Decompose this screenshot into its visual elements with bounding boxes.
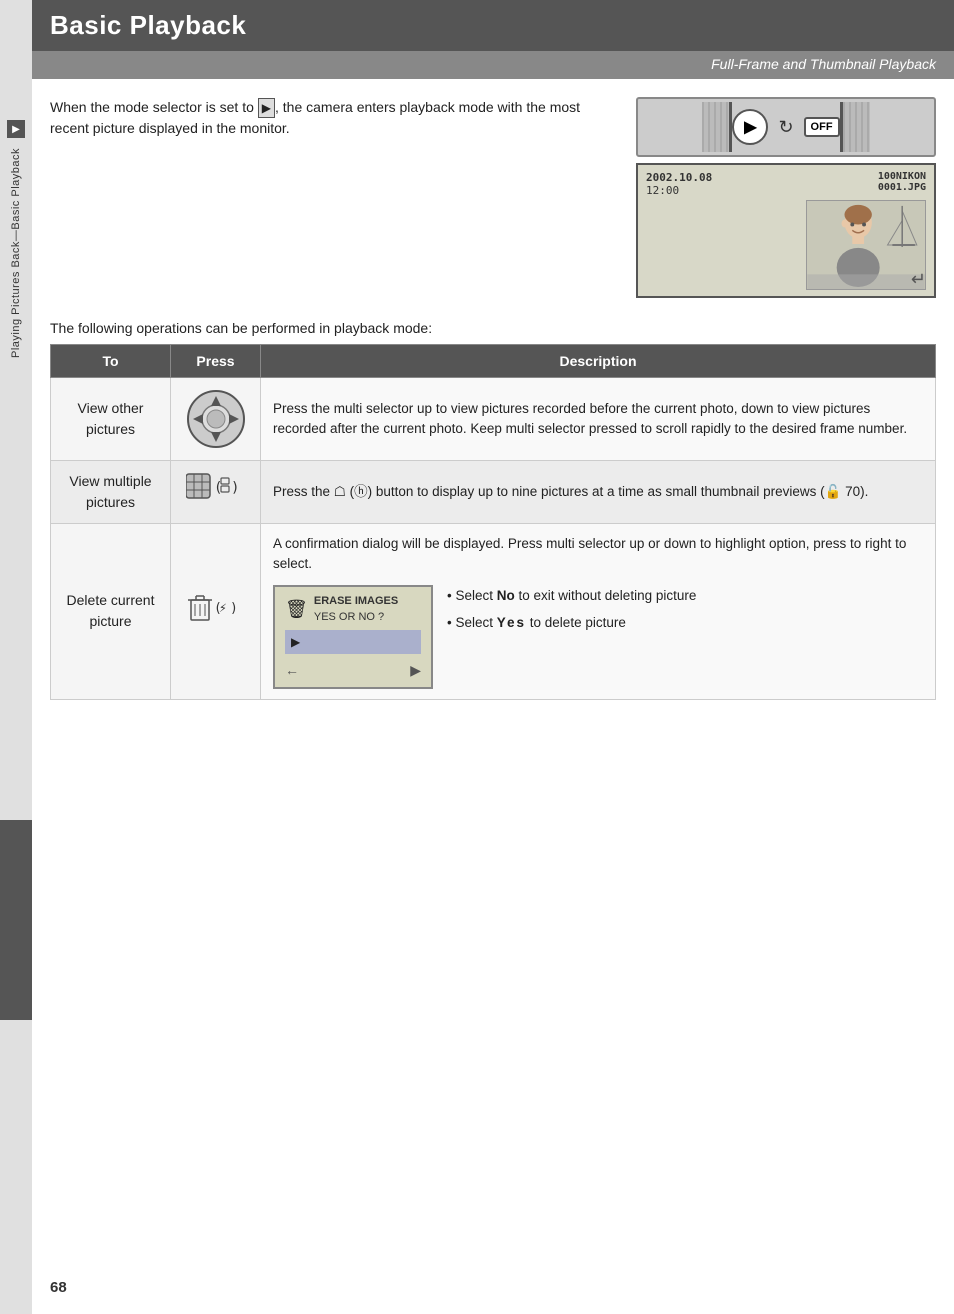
- camera-controls: ▶ ↻ OFF: [732, 109, 839, 145]
- erase-bottom-row: ← ▶: [285, 660, 421, 681]
- svg-text:): ): [230, 601, 238, 616]
- subtitle-text: Full-Frame and Thumbnail Playback: [711, 56, 936, 72]
- erase-trash-icon: 🗑: [285, 596, 308, 623]
- following-text: The following operations can be performe…: [32, 308, 954, 344]
- table-header-press: Press: [171, 345, 261, 378]
- erase-highlight-row: ▶: [285, 630, 421, 654]
- playback-dial: ▶: [732, 109, 768, 145]
- off-label: OFF: [804, 117, 840, 137]
- thumbnail-button-icon: ( ): [183, 472, 248, 512]
- erase-bullet-yes: • Select Yes to delete picture: [447, 612, 923, 634]
- multi-selector-icon: [185, 388, 247, 450]
- press-multi-selector: [171, 378, 261, 461]
- lcd-portrait: [806, 200, 926, 290]
- erase-bottom-left-arrow: ←: [285, 660, 299, 681]
- subtitle-bar: Full-Frame and Thumbnail Playback: [32, 51, 954, 79]
- table-row: View other pictures: [51, 378, 936, 461]
- to-label: Delete current picture: [67, 592, 155, 629]
- camera-diagram: ▶ ↻ OFF 2002.10.08 12:00 100NIKON 0001.J…: [636, 97, 936, 298]
- lcd-screen: 2002.10.08 12:00 100NIKON 0001.JPG: [636, 163, 936, 298]
- to-view-multiple-pictures: View multiple pictures: [51, 461, 171, 524]
- intro-section: When the mode selector is set to ▶, the …: [32, 79, 954, 308]
- to-label: View multiple pictures: [69, 473, 151, 510]
- erase-bullets: • Select No to exit without deleting pic…: [447, 585, 923, 634]
- svg-text:): ): [231, 480, 239, 496]
- erase-dialog: 🗑 ERASE IMAGES YES OR NO ? ▶: [273, 585, 433, 689]
- main-content: Basic Playback Full-Frame and Thumbnail …: [32, 0, 954, 1314]
- erase-dialog-title: 🗑 ERASE IMAGES YES OR NO ?: [285, 593, 421, 626]
- side-tab-dark-section: [0, 820, 32, 1020]
- to-label: View other pictures: [78, 400, 144, 437]
- erase-desc-intro: A confirmation dialog will be displayed.…: [273, 534, 923, 575]
- lcd-image-area: [646, 200, 926, 290]
- erase-title-line1: ERASE IMAGES: [314, 593, 398, 610]
- lcd-filename: 0001.JPG: [878, 182, 926, 193]
- side-tab: ▶ Playing Pictures Back—Basic Playback: [0, 0, 32, 1314]
- side-tab-label: Playing Pictures Back—Basic Playback: [10, 148, 22, 358]
- playback-mode-icon: ▶: [258, 98, 275, 118]
- lcd-file-info: 100NIKON 0001.JPG: [878, 171, 926, 197]
- to-delete-picture: Delete current picture: [51, 524, 171, 700]
- desc-view-other-pictures: Press the multi selector up to view pict…: [261, 378, 936, 461]
- svg-text:⚡: ⚡: [219, 601, 227, 616]
- erase-row-content: 🗑 ERASE IMAGES YES OR NO ? ▶: [273, 585, 923, 689]
- erase-bottom-right-arrow: ▶: [410, 660, 421, 681]
- lcd-info-row: 2002.10.08 12:00 100NIKON 0001.JPG: [646, 171, 926, 197]
- desc-delete-picture: A confirmation dialog will be displayed.…: [261, 524, 936, 700]
- table-row: Delete current picture: [51, 524, 936, 700]
- intro-text: When the mode selector is set to ▶, the …: [50, 97, 616, 139]
- to-view-other-pictures: View other pictures: [51, 378, 171, 461]
- erase-title-line2: YES OR NO ?: [314, 609, 398, 626]
- page-title: Basic Playback: [50, 10, 246, 41]
- erase-title-text: ERASE IMAGES YES OR NO ?: [314, 593, 398, 626]
- lcd-date-time: 2002.10.08 12:00: [646, 171, 712, 197]
- camera-top-diagram: ▶ ↻ OFF: [636, 97, 936, 157]
- camera-grip-right: [840, 102, 870, 152]
- mode-dial-arrows: ↻: [778, 117, 793, 138]
- press-thumbnail-btn: ( ): [171, 461, 261, 524]
- table-header-description: Description: [261, 345, 936, 378]
- lcd-time: 12:00: [646, 184, 712, 197]
- lcd-date: 2002.10.08: [646, 171, 712, 184]
- page-header: Basic Playback: [32, 0, 954, 51]
- playback-table: To Press Description View other pictures: [50, 344, 936, 700]
- lcd-folder: 100NIKON: [878, 171, 926, 182]
- erase-highlight-arrow: ▶: [291, 633, 300, 651]
- erase-bullet-no: • Select No to exit without deleting pic…: [447, 585, 923, 607]
- page-number: 68: [50, 1279, 67, 1296]
- delete-button-icon: ( ⚡ ): [183, 590, 248, 633]
- camera-grip-left: [702, 102, 732, 152]
- table-header-to: To: [51, 345, 171, 378]
- table-row: View multiple pictures (: [51, 461, 936, 524]
- desc-view-multiple-pictures: Press the ☖ (ⓗ) button to display up to …: [261, 461, 936, 524]
- playback-indicator: ▶: [7, 120, 25, 138]
- lcd-curved-arrow: ↵: [911, 269, 926, 290]
- press-delete-btn: ( ⚡ ): [171, 524, 261, 700]
